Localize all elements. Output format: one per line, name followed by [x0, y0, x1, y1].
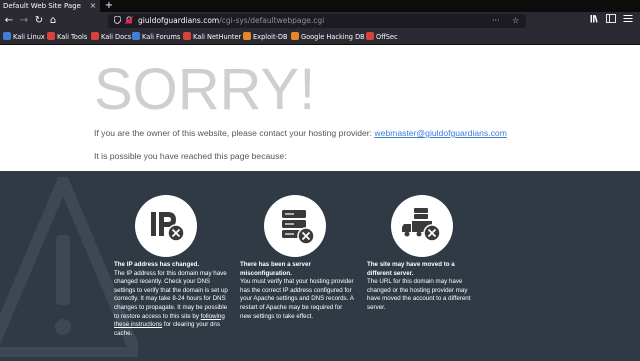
reason-server-misconfig: There has been a server misconfiguration… — [240, 261, 354, 321]
reason-body: You must verify that your hosting provid… — [240, 278, 354, 320]
tab-close-icon[interactable]: × — [88, 0, 98, 12]
bookmark-label: Kali Forums — [142, 33, 181, 41]
url-path: /cgi-sys/defaultwebpage.cgi — [219, 16, 325, 25]
menu-icon[interactable] — [623, 14, 633, 28]
bookmark-google-hacking-db[interactable]: Google Hacking DB — [291, 30, 365, 44]
reason-body: The URL for this domain may have changed… — [367, 278, 471, 311]
bookmark-label: Exploit-DB — [253, 33, 288, 41]
bookmark-label: Kali Docs — [101, 33, 132, 41]
forward-icon[interactable]: → — [17, 14, 31, 28]
bookmark-kali-forums[interactable]: Kali Forums — [132, 30, 180, 44]
browser-tab[interactable]: Default Web Site Page × — [0, 0, 100, 12]
bookmark-exploit-db[interactable]: Exploit-DB — [243, 30, 288, 44]
reached-text: It is possible you have reached this pag… — [94, 151, 287, 161]
owner-text: If you are the owner of this website, pl… — [94, 128, 375, 138]
page-actions-icon[interactable]: ··· — [492, 14, 500, 28]
server-x-icon — [264, 195, 326, 257]
reason-title: The site may have moved to a different s… — [367, 261, 455, 277]
kali-tools-icon — [47, 32, 55, 40]
kali-icon — [3, 32, 11, 40]
tab-title: Default Web Site Page — [3, 2, 81, 10]
bookmark-star-icon[interactable]: ☆ — [512, 14, 519, 28]
insecure-lock-icon[interactable] — [124, 14, 134, 28]
bookmark-label: Kali Tools — [57, 33, 88, 41]
bookmark-kali-tools[interactable]: Kali Tools — [47, 30, 87, 44]
sidebar-icon[interactable] — [606, 14, 616, 28]
new-tab-button[interactable]: + — [104, 0, 114, 12]
url-domain: giuldofguardians.com — [138, 16, 220, 25]
home-icon[interactable]: ⌂ — [46, 14, 60, 28]
exploit-db-icon — [243, 32, 251, 40]
reason-site-moved: The site may have moved to a different s… — [367, 261, 481, 313]
offsec-icon — [366, 32, 374, 40]
bookmarks-toolbar: Kali Linux Kali Tools Kali Docs Kali For… — [0, 30, 640, 45]
reload-icon[interactable]: ↻ — [32, 14, 46, 28]
bookmark-label: Google Hacking DB — [301, 33, 365, 41]
webmaster-email-link[interactable]: webmaster@giuldofguardians.com — [374, 128, 506, 138]
bookmark-label: Kali NetHunter — [193, 33, 242, 41]
reason-title: The IP address has changed. — [114, 261, 200, 268]
shield-icon[interactable] — [113, 14, 122, 28]
tab-strip: Default Web Site Page × + — [0, 0, 640, 12]
bookmark-label: Kali Linux — [13, 33, 45, 41]
library-icon[interactable] — [590, 14, 600, 28]
bookmark-kali-linux[interactable]: Kali Linux — [3, 30, 45, 44]
reason-ip-changed: The IP address has changed. The IP addre… — [114, 261, 228, 338]
bookmark-kali-nethunter[interactable]: Kali NetHunter — [183, 30, 241, 44]
bookmark-label: OffSec — [376, 33, 398, 41]
kali-forums-icon — [132, 32, 140, 40]
back-icon[interactable]: ← — [2, 14, 16, 28]
ghdb-icon — [291, 32, 299, 40]
web-page: SORRY! If you are the owner of this webs… — [0, 45, 640, 361]
reasons-panel: The IP address has changed. The IP addre… — [0, 171, 640, 361]
kali-docs-icon — [91, 32, 99, 40]
nethunter-icon — [183, 32, 191, 40]
bookmark-kali-docs[interactable]: Kali Docs — [91, 30, 131, 44]
navigation-bar: ← → ↻ ⌂ giuldofguardians.com/cgi-sys/def… — [0, 12, 640, 30]
bookmark-offsec[interactable]: OffSec — [366, 30, 398, 44]
url-text[interactable]: giuldofguardians.com/cgi-sys/defaultwebp… — [138, 14, 324, 28]
owner-notice: If you are the owner of this website, pl… — [94, 128, 507, 138]
page-heading: SORRY! — [94, 57, 316, 122]
reason-title: There has been a server misconfiguration… — [240, 261, 311, 277]
truck-x-icon — [391, 195, 453, 257]
url-bar[interactable]: giuldofguardians.com/cgi-sys/defaultwebp… — [108, 14, 526, 28]
ip-x-icon — [135, 195, 197, 257]
